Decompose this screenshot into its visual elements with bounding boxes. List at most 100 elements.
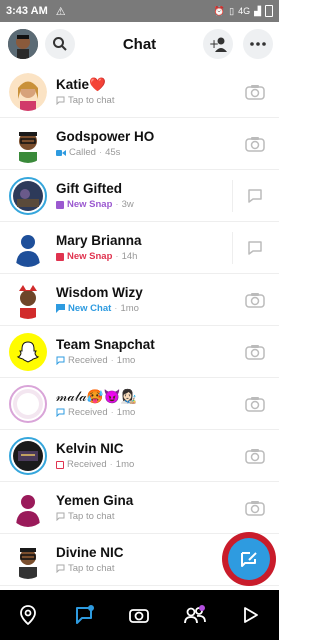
chat-row[interactable]: 𝓂𝒶𝓁𝒶🥵😈👩🏻‍🎨 Received · 1mo <box>0 378 279 430</box>
dot-separator: · <box>109 459 113 470</box>
add-friend-button[interactable]: + <box>203 29 233 59</box>
chat-status: New Chat <box>68 303 112 314</box>
chat-status: New Snap <box>67 199 113 210</box>
nav-discover[interactable] <box>239 603 263 627</box>
divider <box>232 232 233 264</box>
alarm-icon: ⏰ <box>213 5 226 16</box>
chat-row[interactable]: Yemen Gina Tap to chat <box>0 482 279 534</box>
page-title: Chat <box>122 36 157 53</box>
snapchat-ghost-icon <box>16 340 40 363</box>
camera-button[interactable] <box>245 498 265 518</box>
video-icon <box>56 149 66 156</box>
photo-avatar-icon <box>13 388 43 419</box>
camera-button[interactable] <box>245 82 265 102</box>
warning-icon: ⚠ <box>55 5 66 18</box>
compose-icon <box>241 552 257 567</box>
dot-separator: · <box>98 147 103 158</box>
camera-icon <box>245 501 265 516</box>
chat-outline-icon <box>56 356 65 365</box>
friend-avatar <box>9 540 47 579</box>
friend-avatar <box>9 489 47 527</box>
chat-row[interactable]: Katie❤️ Tap to chat <box>0 66 279 118</box>
status-bar: 3:43 AM ⚠ ⏰ ▯ 4G ▟ <box>0 0 279 22</box>
camera-button[interactable] <box>245 446 265 466</box>
camera-button[interactable] <box>245 394 265 414</box>
svg-text:+: + <box>209 37 219 51</box>
chat-status: Tap to chat <box>68 95 115 106</box>
camera-button[interactable] <box>245 134 265 154</box>
chat-status: Tap to chat <box>68 563 115 574</box>
photo-avatar-icon <box>13 180 43 211</box>
chat-status: Tap to chat <box>68 511 115 522</box>
new-chat-button-inner <box>228 538 270 580</box>
chat-button[interactable] <box>245 186 265 206</box>
friend-avatar <box>9 332 47 371</box>
chat-time: 45s <box>105 147 121 158</box>
more-button[interactable] <box>243 29 273 59</box>
dot-separator: · <box>110 407 114 418</box>
map-pin-icon <box>19 605 36 625</box>
chat-icon <box>248 241 262 255</box>
chat-outline-icon <box>56 512 65 521</box>
friend-avatar <box>9 176 47 215</box>
dot-separator: · <box>114 303 118 314</box>
bitmoji-avatar-icon <box>9 280 47 319</box>
chat-list: Katie❤️ Tap to chat Godspower HO Called … <box>0 66 279 586</box>
chat-status: Called <box>69 147 96 158</box>
camera-icon <box>245 293 265 308</box>
status-time: 3:43 AM <box>6 5 48 17</box>
nav-friends[interactable] <box>183 603 207 627</box>
bitmoji-avatar-icon <box>9 124 47 163</box>
new-chat-button[interactable] <box>222 532 276 586</box>
chat-status: Received <box>68 355 108 366</box>
chat-row[interactable]: Team Snapchat Received · 1mo <box>0 326 279 378</box>
dot-separator: · <box>115 199 119 210</box>
status-icons: ⏰ ▯ 4G ▟ <box>214 5 273 17</box>
camera-icon <box>245 85 265 100</box>
chat-outline-icon <box>56 564 65 573</box>
camera-icon <box>245 449 265 464</box>
nav-chat[interactable] <box>72 603 96 627</box>
chat-status: Received <box>67 459 107 470</box>
chat-button[interactable] <box>245 238 265 258</box>
camera-icon <box>129 609 150 623</box>
photo-avatar-icon <box>13 440 43 471</box>
chat-time: 1mo <box>115 459 135 470</box>
chat-status: New Snap <box>67 251 113 262</box>
signal-icon: ▟ <box>254 5 261 16</box>
nav-chat-badge <box>87 605 94 611</box>
friend-avatar <box>9 229 47 267</box>
friend-avatar <box>9 124 47 163</box>
chat-outline-icon <box>56 408 65 417</box>
bottom-nav <box>0 590 279 640</box>
chat-icon <box>248 189 262 203</box>
dot-separator: · <box>110 355 114 366</box>
camera-button[interactable] <box>245 342 265 362</box>
default-avatar-icon <box>16 234 40 267</box>
chat-row[interactable]: Mary Brianna New Snap · 14h <box>0 222 279 274</box>
chat-row[interactable]: Godspower HO Called · 45s <box>0 118 279 170</box>
nav-camera[interactable] <box>127 603 151 627</box>
add-friend-icon: + <box>209 37 227 52</box>
chat-time: 1mo <box>116 355 136 366</box>
chat-row[interactable]: Wisdom Wizy New Chat · 1mo <box>0 274 279 326</box>
camera-icon <box>245 397 265 412</box>
chat-outline-icon <box>56 96 65 105</box>
snap-outline-icon <box>56 460 64 469</box>
default-avatar-icon <box>16 494 40 527</box>
friend-avatar <box>9 384 47 423</box>
snap-filled-icon <box>56 252 64 261</box>
chat-row[interactable]: Gift Gifted New Snap · 3w <box>0 170 279 222</box>
chat-time: 3w <box>121 199 134 210</box>
camera-button[interactable] <box>245 290 265 310</box>
divider <box>232 180 233 212</box>
chat-time: 14h <box>121 251 138 262</box>
friend-avatar <box>9 436 47 475</box>
friend-avatar <box>9 72 47 111</box>
more-dots-icon <box>250 42 266 46</box>
chat-row[interactable]: Kelvin NIC Received · 1mo <box>0 430 279 482</box>
nav-map[interactable] <box>16 603 40 627</box>
bitmoji-avatar-icon <box>9 540 47 579</box>
vibrate-icon: ▯ <box>229 5 235 16</box>
play-icon <box>244 607 258 623</box>
